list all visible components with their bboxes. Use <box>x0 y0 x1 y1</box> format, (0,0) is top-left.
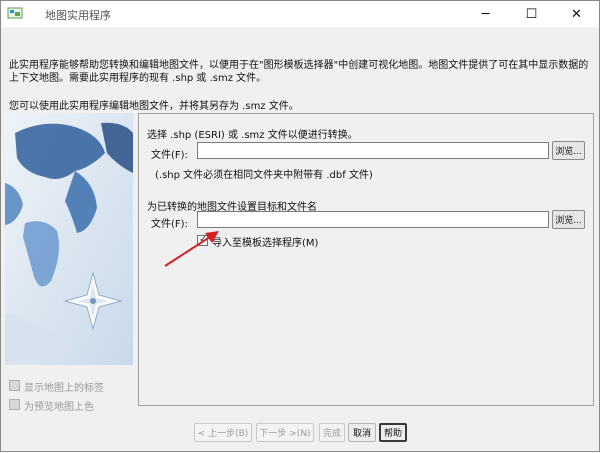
show-labels-checkbox[interactable] <box>9 380 20 391</box>
world-map-image <box>5 113 133 365</box>
preview-color-label: 为预览地图上色 <box>24 402 94 413</box>
maximize-icon: ☐ <box>525 6 538 22</box>
source-browse-button[interactable]: 浏览... <box>552 141 585 160</box>
shp-note: (.shp 文件必须在相同文件夹中附带有 .dbf 文件) <box>155 170 373 181</box>
minimize-icon: ─ <box>481 6 490 22</box>
source-file-input[interactable] <box>197 142 549 159</box>
intro-text: 此实用程序能够帮助您转换和编辑地图文件，以便用于在"图形模板选择器"中创建可视化… <box>9 60 589 84</box>
import-checkbox[interactable]: ✓ <box>197 234 208 246</box>
back-button[interactable]: < 上一步(B) <box>194 423 252 442</box>
preview-color-checkbox[interactable] <box>9 399 20 410</box>
import-label: 导入至模板选择程序(M) <box>212 238 319 249</box>
window-title: 地图实用程序 <box>45 9 111 22</box>
map-utility-window: 地图实用程序 ─ ☐ ✕ 此实用程序能够帮助您转换和编辑地图文件，以便用于在"图… <box>0 0 600 452</box>
check-icon: ✓ <box>199 234 208 245</box>
maximize-button[interactable]: ☐ <box>509 1 554 27</box>
minimize-button[interactable]: ─ <box>463 1 508 27</box>
close-button[interactable]: ✕ <box>554 1 599 27</box>
show-labels-label: 显示地图上的标签 <box>24 383 104 394</box>
target-file-input[interactable] <box>197 211 549 228</box>
source-file-label: 文件(F): <box>151 150 188 161</box>
help-button[interactable]: 帮助 <box>379 423 407 442</box>
options-panel: 选择 .shp (ESRI) 或 .smz 文件以便进行转换。 文件(F): 浏… <box>138 113 594 406</box>
title-bar[interactable]: 地图实用程序 ─ ☐ ✕ <box>1 1 599 27</box>
intro-text-2: 您可以使用此实用程序编辑地图文件，并将其另存为 .smz 文件。 <box>9 101 299 112</box>
target-browse-button[interactable]: 浏览... <box>552 210 585 229</box>
convert-heading: 选择 .shp (ESRI) 或 .smz 文件以便进行转换。 <box>147 130 358 141</box>
finish-button[interactable]: 完成 <box>319 423 345 442</box>
app-icon <box>7 7 23 19</box>
cancel-button[interactable]: 取消 <box>348 423 376 442</box>
target-file-label: 文件(F): <box>151 219 188 230</box>
close-icon: ✕ <box>571 6 582 22</box>
next-button[interactable]: 下一步 >(N) <box>256 423 314 442</box>
